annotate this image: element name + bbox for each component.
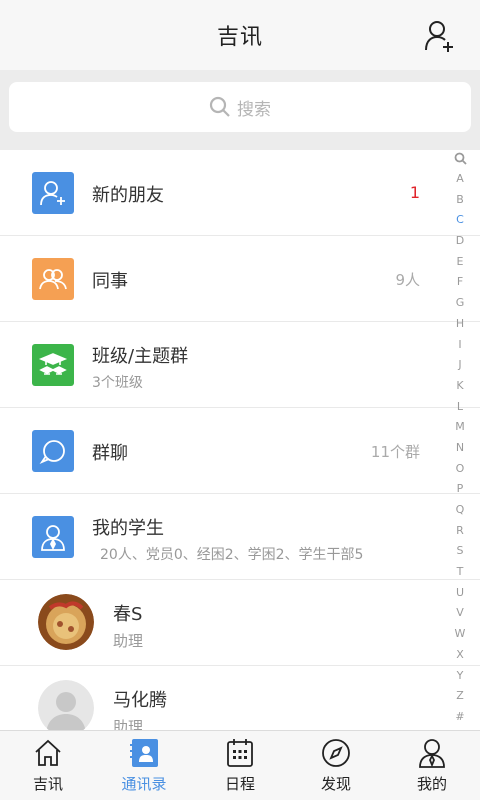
index-letter-i[interactable]: I <box>458 335 461 356</box>
colleagues-label: 同事 <box>92 271 128 292</box>
index-letter-y[interactable]: Y <box>457 666 464 687</box>
index-letter-l[interactable]: L <box>457 397 463 418</box>
page-title: 吉讯 <box>216 25 263 50</box>
contact-list: 新的朋友 1 同事 9人 班级/主题群 3个班级 群聊 11个群 我的学生 20… <box>0 150 480 730</box>
tab-label: 日程 <box>224 775 255 793</box>
alphabet-index[interactable]: A B C D E F G H I J K L M N O P Q R S T U V W X Y Z # <box>452 150 468 730</box>
index-letter-p[interactable]: P <box>457 479 464 500</box>
tab-jixun[interactable]: 吉讯 <box>0 731 96 800</box>
index-letter-x[interactable]: X <box>456 645 464 666</box>
add-contact-icon[interactable] <box>422 18 458 54</box>
index-letter-j[interactable]: J <box>458 355 461 376</box>
contact-row[interactable]: 春S 助理 <box>0 580 480 666</box>
list-item-group-chat[interactable]: 群聊 11个群 <box>0 408 480 494</box>
index-letter-z[interactable]: Z <box>456 686 464 707</box>
index-letter-q[interactable]: Q <box>456 500 465 521</box>
new-friends-label: 新的朋友 <box>92 185 164 206</box>
home-icon <box>35 739 61 766</box>
group-chat-count: 11个群 <box>370 443 420 461</box>
search-placeholder: 搜索 <box>237 99 271 120</box>
index-letter-a[interactable]: A <box>456 169 464 190</box>
index-letter-g[interactable]: G <box>456 293 465 314</box>
tab-label: 通讯录 <box>121 775 167 793</box>
search-area: 搜索 <box>0 70 480 150</box>
avatar <box>38 594 94 650</box>
index-letter-m[interactable]: M <box>455 417 465 438</box>
contact-row[interactable]: 马化腾 助理 <box>0 666 480 730</box>
index-letter-w[interactable]: W <box>455 624 466 645</box>
contact-name: 春S <box>113 604 143 625</box>
tab-label: 我的 <box>416 775 447 793</box>
index-letter-f[interactable]: F <box>457 272 463 293</box>
class-groups-sub: 3个班级 <box>92 375 143 391</box>
group-chat-label: 群聊 <box>92 443 128 464</box>
index-letter-n[interactable]: N <box>456 438 464 459</box>
index-letter-r[interactable]: R <box>456 521 464 542</box>
my-students-label: 我的学生 <box>92 518 164 539</box>
index-letter-hash[interactable]: # <box>455 707 464 728</box>
index-letter-k[interactable]: K <box>456 376 463 397</box>
student-icon <box>32 516 74 558</box>
contact-role: 助理 <box>113 718 144 730</box>
search-icon <box>209 96 230 117</box>
new-friends-count: 1 <box>409 183 420 202</box>
profile-icon <box>419 739 445 768</box>
my-students-sub: 20人、党员0、经困2、学困2、学生干部5 <box>100 547 364 563</box>
tab-label: 吉讯 <box>32 775 63 793</box>
chat-bubble-icon <box>32 430 74 472</box>
index-letter-d[interactable]: D <box>456 231 464 252</box>
index-letter-c[interactable]: C <box>456 210 464 231</box>
list-item-colleagues[interactable]: 同事 9人 <box>0 236 480 322</box>
index-letter-b[interactable]: B <box>456 190 464 211</box>
calendar-icon <box>227 739 253 767</box>
index-letter-t[interactable]: T <box>457 562 464 583</box>
avatar <box>38 680 94 730</box>
app: 吉讯 搜索 新的朋友 1 同事 9人 班级/主题群 3个班级 群聊 11个群 我… <box>0 0 480 800</box>
bottom-nav: 吉讯 通讯录 日程 发现 我的 <box>0 730 480 800</box>
class-groups-label: 班级/主题群 <box>92 346 189 367</box>
people-icon <box>32 258 74 300</box>
tab-schedule[interactable]: 日程 <box>192 731 288 800</box>
list-item-my-students[interactable]: 我的学生 20人、党员0、经困2、学困2、学生干部5 <box>0 494 480 580</box>
tab-label: 发现 <box>320 775 351 793</box>
list-item-new-friends[interactable]: 新的朋友 1 <box>0 150 480 236</box>
tab-mine[interactable]: 我的 <box>384 731 480 800</box>
compass-icon <box>322 739 350 767</box>
index-letter-h[interactable]: H <box>456 314 464 335</box>
graduates-icon <box>32 344 74 386</box>
list-item-class-groups[interactable]: 班级/主题群 3个班级 <box>0 322 480 408</box>
index-letter-s[interactable]: S <box>457 541 464 562</box>
index-letter-e[interactable]: E <box>457 252 464 273</box>
colleagues-count: 9人 <box>395 271 420 289</box>
top-bar: 吉讯 <box>0 0 480 70</box>
tab-contacts[interactable]: 通讯录 <box>96 731 192 800</box>
index-letter-v[interactable]: V <box>456 603 464 624</box>
index-letter-o[interactable]: O <box>456 459 465 480</box>
index-letter-u[interactable]: U <box>456 583 464 604</box>
search-input[interactable]: 搜索 <box>9 82 471 132</box>
contact-role: 助理 <box>113 632 144 650</box>
tab-discover[interactable]: 发现 <box>288 731 384 800</box>
contact-name: 马化腾 <box>113 690 167 711</box>
contacts-icon <box>130 739 158 767</box>
add-friend-icon <box>32 172 74 214</box>
index-search-icon[interactable] <box>454 152 467 165</box>
